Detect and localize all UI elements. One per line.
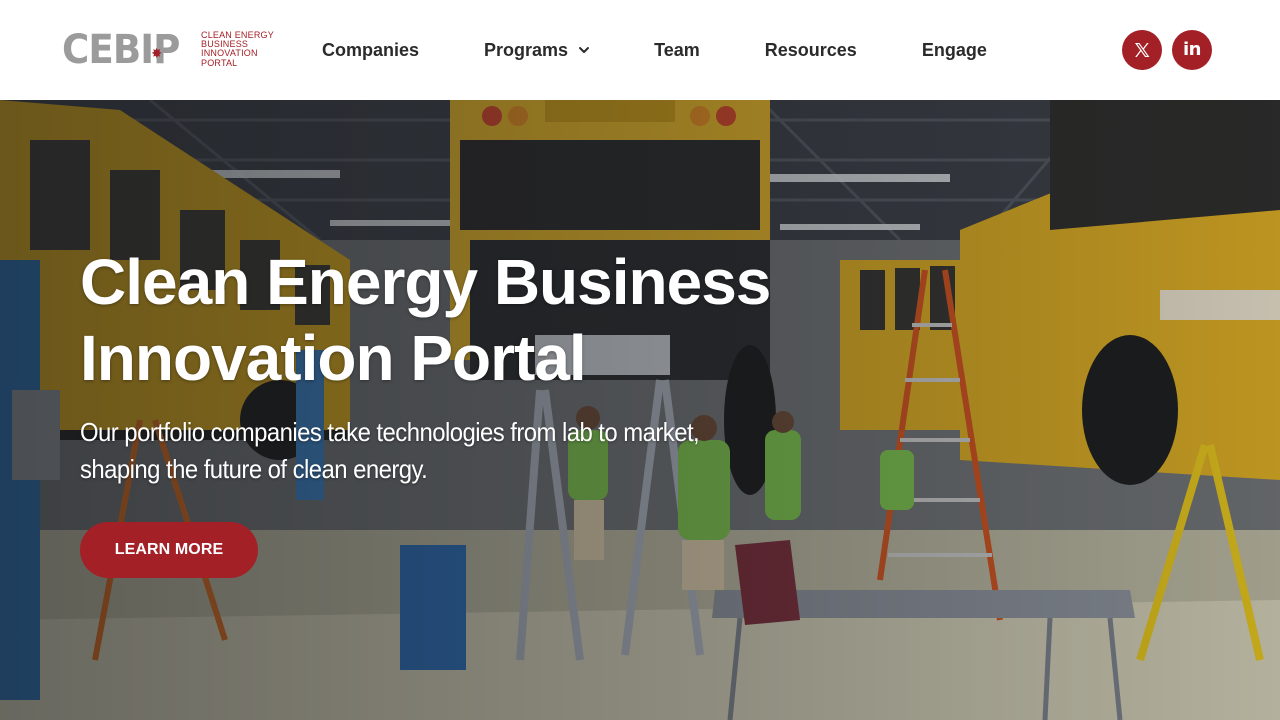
logo-tagline: CLEAN ENERGY BUSINESS INNOVATION PORTAL bbox=[201, 30, 281, 68]
nav-item-team[interactable]: Team bbox=[654, 40, 700, 61]
logo-tagline-line: PORTAL bbox=[201, 57, 238, 68]
hero-title: Clean Energy Business Innovation Portal bbox=[80, 246, 771, 394]
learn-more-button[interactable]: LEARN MORE bbox=[80, 522, 258, 578]
linkedin-link[interactable]: in bbox=[1172, 30, 1212, 70]
logo-star-icon: ✸ bbox=[151, 46, 162, 62]
x-twitter-icon bbox=[1132, 40, 1152, 60]
nav-item-label: Companies bbox=[322, 39, 420, 60]
linkedin-icon: in bbox=[1183, 38, 1201, 60]
cebip-logo[interactable]: CEBIP ✸ CLEAN ENERGY BUSINESS INNOVATION… bbox=[62, 30, 278, 70]
nav-item-engage[interactable]: Engage bbox=[922, 40, 987, 61]
logo-wordmark: CEBIP ✸ bbox=[62, 30, 180, 70]
hero-banner: Clean Energy Business Innovation Portal … bbox=[0, 100, 1280, 720]
nav-item-label: Engage bbox=[921, 39, 987, 60]
nav-item-label: Programs bbox=[484, 39, 569, 60]
logo-wordmark-text: CEBIP bbox=[62, 27, 180, 73]
nav-item-programs[interactable]: Programs bbox=[484, 40, 590, 61]
main-nav: Companies Programs Team Resources Engage bbox=[322, 36, 987, 64]
nav-item-label: Resources bbox=[764, 39, 857, 60]
hero-subtitle: Our portfolio companies take technologie… bbox=[80, 417, 700, 484]
nav-item-label: Team bbox=[654, 39, 700, 60]
hero-overlay bbox=[0, 100, 1280, 720]
nav-item-companies[interactable]: Companies bbox=[322, 40, 419, 61]
nav-item-resources[interactable]: Resources bbox=[765, 40, 857, 61]
chevron-down-icon bbox=[578, 44, 590, 56]
site-header: CEBIP ✸ CLEAN ENERGY BUSINESS INNOVATION… bbox=[0, 0, 1280, 100]
x-twitter-link[interactable] bbox=[1122, 30, 1162, 70]
